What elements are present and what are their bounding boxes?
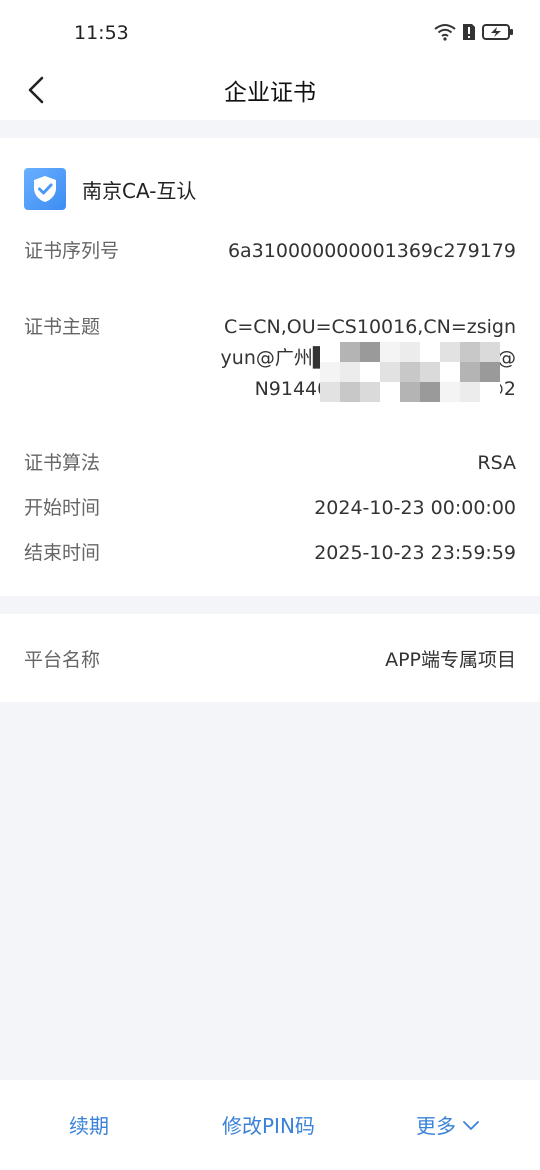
mosaic-cell [460, 362, 480, 382]
certificate-header: 南京CA-互认 [24, 168, 196, 210]
mosaic-cell [320, 362, 340, 382]
mosaic-cell [400, 382, 420, 402]
renew-button[interactable]: 续期 [69, 1110, 109, 1139]
certificate-card: 南京CA-互认 证书序列号 6a310000000001369c279179 证… [0, 138, 540, 596]
field-row-subject: 证书主题 C=CN,OU=CS10016,CN=zsignyun@广州█████… [24, 312, 516, 405]
shield-check-icon [24, 168, 66, 210]
platform-label: 平台名称 [24, 649, 101, 671]
subject-label: 证书主题 [24, 316, 101, 338]
bottom-action-bar: 续期 修改PIN码 更多 [0, 1080, 540, 1170]
mosaic-cell [480, 342, 500, 362]
platform-card: 平台名称 APP端专属项目 [0, 614, 540, 702]
mosaic-cell [400, 362, 420, 382]
mosaic-cell [460, 382, 480, 402]
more-label: 更多 [416, 1114, 456, 1138]
field-row-algorithm: 证书算法 RSA [24, 448, 516, 479]
start-time-value: 2024-10-23 00:00:00 [314, 497, 516, 519]
mosaic-cell [380, 362, 400, 382]
mosaic-cell [320, 342, 340, 362]
sim-alert-icon [462, 23, 476, 45]
page-title: 企业证书 [224, 80, 316, 106]
more-button[interactable]: 更多 [416, 1110, 480, 1139]
mosaic-cell [440, 382, 460, 402]
field-row-start-time: 开始时间 2024-10-23 00:00:00 [24, 493, 516, 524]
algorithm-value: RSA [477, 452, 516, 474]
mosaic-cell [340, 382, 360, 402]
mosaic-cell [360, 382, 380, 402]
platform-value: APP端专属项目 [385, 649, 516, 671]
end-time-value: 2025-10-23 23:59:59 [314, 542, 516, 564]
mosaic-cell [340, 362, 360, 382]
mosaic-cell [460, 342, 480, 362]
status-bar: 11:53 [0, 0, 540, 62]
start-time-label: 开始时间 [24, 497, 101, 519]
mosaic-cell [420, 382, 440, 402]
navigation-bar: 企业证书 [0, 62, 540, 120]
mosaic-cell [480, 382, 500, 402]
change-pin-button[interactable]: 修改PIN码 [222, 1110, 315, 1139]
mosaic-cell [480, 362, 500, 382]
mosaic-cell [360, 342, 380, 362]
serial-label: 证书序列号 [24, 240, 120, 262]
field-row-serial: 证书序列号 6a310000000001369c279179 [24, 236, 516, 267]
subject-value: C=CN,OU=CS10016,CN=zsignyun@广州██████████… [216, 312, 516, 405]
end-time-label: 结束时间 [24, 542, 101, 564]
mosaic-cell [440, 342, 460, 362]
algorithm-label: 证书算法 [24, 452, 101, 474]
status-icons [434, 22, 514, 46]
field-row-end-time: 结束时间 2025-10-23 23:59:59 [24, 538, 516, 569]
field-row-platform: 平台名称 APP端专属项目 [24, 645, 516, 676]
wifi-icon [434, 23, 456, 45]
chevron-down-icon [463, 1120, 479, 1130]
mosaic-cell [420, 342, 440, 362]
mosaic-cell [340, 342, 360, 362]
mosaic-cell [320, 382, 340, 402]
certificate-name: 南京CA-互认 [82, 178, 197, 203]
battery-charging-icon [482, 23, 514, 45]
mosaic-cell [400, 342, 420, 362]
mosaic-cell [440, 362, 460, 382]
status-time: 11:53 [74, 22, 129, 44]
redaction-mosaic [320, 342, 516, 402]
mosaic-cell [380, 382, 400, 402]
mosaic-cell [360, 362, 380, 382]
mosaic-cell [380, 342, 400, 362]
serial-value: 6a310000000001369c279179 [227, 240, 516, 262]
mosaic-cell [420, 362, 440, 382]
